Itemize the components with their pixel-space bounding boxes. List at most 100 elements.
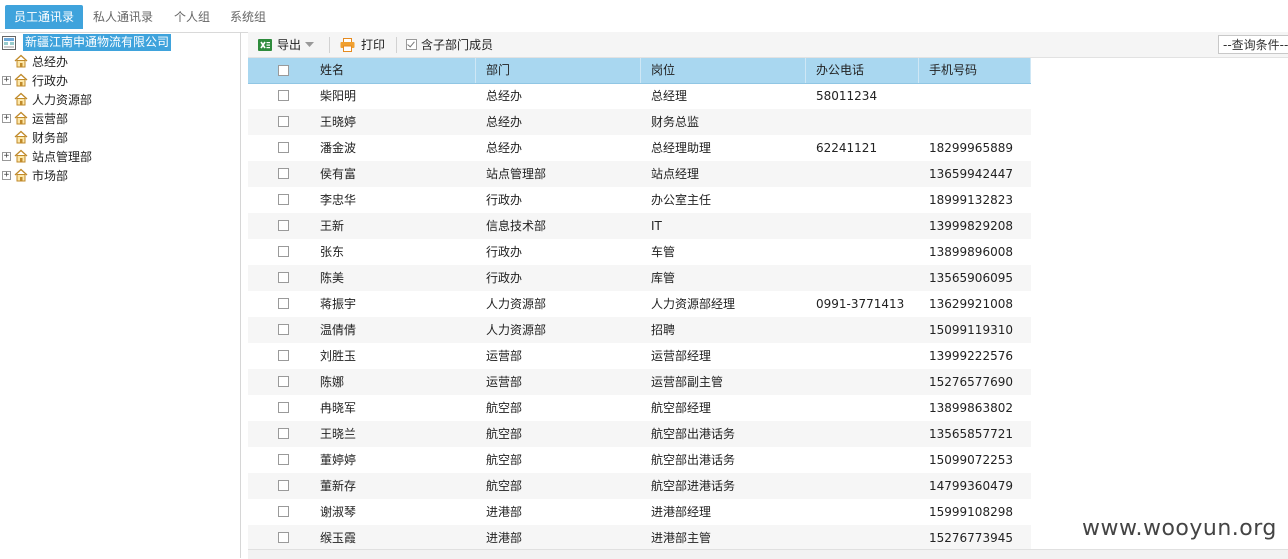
row-checkbox[interactable] (278, 220, 289, 231)
tree-node[interactable]: + 站点管理部 (2, 147, 92, 165)
row-checkbox[interactable] (278, 90, 289, 101)
table-row[interactable]: 王新 信息技术部 IT 13999829208 (248, 213, 1288, 239)
table-row[interactable]: 董婷婷 航空部 航空部出港话务 15099072253 (248, 447, 1288, 473)
tree-node[interactable]: 人力资源部 (2, 90, 92, 108)
cell-position: 运营部副主管 (651, 375, 724, 389)
row-checkbox[interactable] (278, 454, 289, 465)
column-header-department[interactable]: 部门 (476, 58, 641, 83)
table-row[interactable]: 李忠华 行政办 办公室主任 18999132823 (248, 187, 1288, 213)
watermark: www.wooyun.org (1082, 516, 1277, 541)
column-header-position[interactable]: 岗位 (641, 58, 806, 83)
house-icon (14, 130, 28, 144)
expand-icon[interactable]: + (2, 75, 11, 85)
cell-office-phone: 58011234 (816, 89, 878, 103)
table-row[interactable]: 陈美 行政办 库管 13565906095 (248, 265, 1288, 291)
tree-node[interactable]: + 行政办 (2, 71, 68, 89)
table-row[interactable]: 张东 行政办 车管 13899896008 (248, 239, 1288, 265)
cell-office-phone: 62241121 (816, 141, 878, 155)
table-row[interactable]: 陈娜 运营部 运营部副主管 15276577690 (248, 369, 1288, 395)
tree-node-label: 总经办 (32, 54, 69, 69)
cell-mobile: 13565906095 (929, 271, 1013, 285)
export-button[interactable]: 导出 (258, 35, 315, 54)
include-sub-departments-toggle[interactable]: 含子部门成员 (406, 35, 493, 54)
tree-node[interactable]: + 运营部 (2, 109, 68, 127)
cell-position: 站点经理 (651, 167, 700, 181)
tree-node-label: 人力资源部 (32, 92, 93, 107)
query-condition-select[interactable]: --查询条件-- (1218, 35, 1288, 54)
column-header-office-phone[interactable]: 办公电话 (806, 58, 919, 83)
tab-employee-directory[interactable]: 员工通讯录 (5, 5, 84, 29)
cell-department: 航空部 (486, 479, 523, 493)
table-row[interactable]: 王晓兰 航空部 航空部出港话务 13565857721 (248, 421, 1288, 447)
row-checkbox[interactable] (278, 324, 289, 335)
cell-name: 温倩倩 (320, 323, 357, 337)
cell-mobile: 15099072253 (929, 453, 1013, 467)
cell-mobile: 18999132823 (929, 193, 1013, 207)
cell-position: 财务总监 (651, 115, 700, 129)
column-header-mobile[interactable]: 手机号码 (919, 58, 1031, 83)
include-sub-departments-checkbox[interactable] (406, 39, 417, 50)
table-row[interactable]: 温倩倩 人力资源部 招聘 15099119310 (248, 317, 1288, 343)
row-checkbox[interactable] (278, 376, 289, 387)
table-row[interactable]: 潘金波 总经办 总经理助理 62241121 18299965889 (248, 135, 1288, 161)
row-checkbox[interactable] (278, 506, 289, 517)
house-icon (14, 92, 28, 106)
top-tab-bar: 员工通讯录 私人通讯录 个人组 系统组 (0, 0, 1288, 33)
table-row[interactable]: 侯有富 站点管理部 站点经理 13659942447 (248, 161, 1288, 187)
cell-department: 行政办 (486, 193, 523, 207)
cell-office-phone (806, 447, 919, 473)
column-header-name[interactable]: 姓名 (310, 58, 476, 83)
toolbar: 导出 打印 含子部门成员 (248, 32, 1288, 58)
cell-name: 王新 (320, 219, 345, 233)
select-all-checkbox[interactable] (278, 65, 289, 76)
table-row[interactable]: 刘胜玉 运营部 运营部经理 13999222576 (248, 343, 1288, 369)
cell-office-phone (806, 395, 919, 421)
row-checkbox[interactable] (278, 428, 289, 439)
row-checkbox[interactable] (278, 116, 289, 127)
row-checkbox[interactable] (278, 350, 289, 361)
cell-name: 王晓兰 (320, 427, 357, 441)
table-row[interactable]: 王晓婷 总经办 财务总监 (248, 109, 1288, 135)
table-row[interactable]: 柴阳明 总经办 总经理 58011234 (248, 83, 1288, 109)
expand-icon[interactable]: + (2, 170, 11, 180)
row-checkbox[interactable] (278, 272, 289, 283)
cell-mobile: 15099119310 (929, 323, 1013, 337)
cell-position: 总经理 (651, 89, 688, 103)
cell-name: 陈美 (320, 271, 345, 285)
cell-name: 刘胜玉 (320, 349, 357, 363)
cell-name: 潘金波 (320, 141, 357, 155)
table-row[interactable]: 董新存 航空部 航空部进港话务 14799360479 (248, 473, 1288, 499)
table-row[interactable]: 蒋振宇 人力资源部 人力资源部经理 0991-3771413 13629921008 (248, 291, 1288, 317)
cell-department: 进港部 (486, 531, 523, 545)
expand-icon[interactable]: + (2, 151, 11, 161)
cell-name: 陈娜 (320, 375, 345, 389)
table-row[interactable]: 冉晓军 航空部 航空部经理 13899863802 (248, 395, 1288, 421)
tab-personal-directory[interactable]: 私人通讯录 (84, 5, 162, 29)
tree-root-label[interactable]: 新疆江南申通物流有限公司 (23, 34, 172, 51)
row-checkbox[interactable] (278, 194, 289, 205)
cell-office-phone (806, 525, 919, 551)
row-checkbox[interactable] (278, 168, 289, 179)
row-checkbox[interactable] (278, 246, 289, 257)
tree-root[interactable]: 新疆江南申通物流有限公司 (2, 34, 172, 51)
print-button[interactable]: 打印 (340, 35, 385, 54)
expand-icon[interactable]: + (2, 113, 11, 123)
cell-name: 侯有富 (320, 167, 357, 181)
tree-node[interactable]: 总经办 (2, 52, 68, 70)
row-checkbox[interactable] (278, 142, 289, 153)
tree-node[interactable]: + 市场部 (2, 166, 68, 184)
cell-mobile: 13999222576 (929, 349, 1013, 363)
row-checkbox[interactable] (278, 532, 289, 543)
house-icon (14, 149, 28, 163)
row-checkbox[interactable] (278, 298, 289, 309)
cell-department: 航空部 (486, 453, 523, 467)
cell-position: 航空部出港话务 (651, 453, 736, 467)
row-checkbox[interactable] (278, 480, 289, 491)
tab-system-group[interactable]: 系统组 (221, 5, 275, 29)
cell-name: 柴阳明 (320, 89, 357, 103)
tree-node[interactable]: 财务部 (2, 128, 68, 146)
cell-office-phone (806, 187, 919, 213)
row-checkbox[interactable] (278, 402, 289, 413)
tab-personal-group[interactable]: 个人组 (165, 5, 219, 29)
